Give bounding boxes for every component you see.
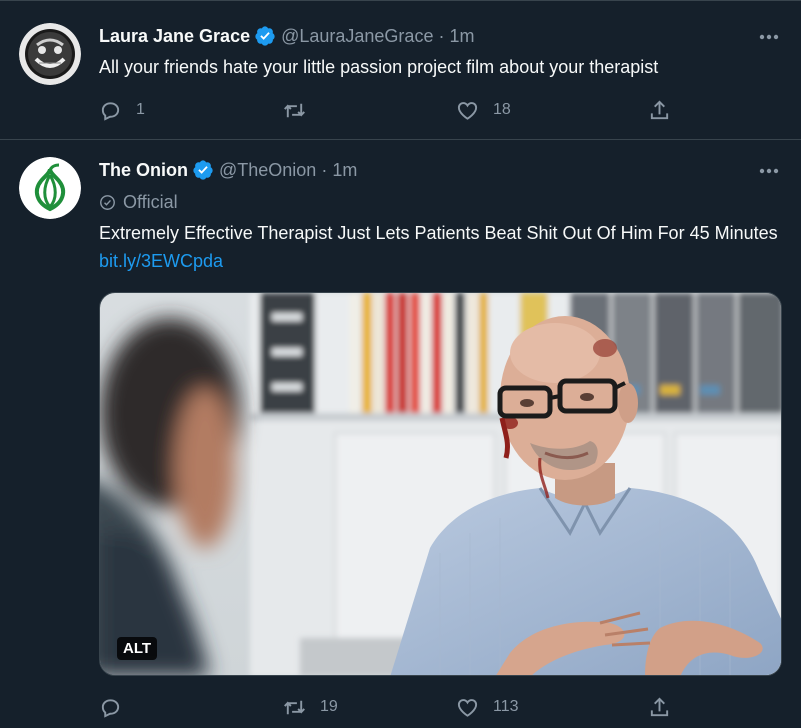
heart-icon xyxy=(457,101,478,120)
avatar[interactable] xyxy=(19,157,81,219)
retweet-button[interactable] xyxy=(283,95,320,125)
avatar[interactable] xyxy=(19,23,81,85)
timeline: Laura Jane Grace @LauraJaneGrace · 1m Al… xyxy=(0,0,801,728)
tweet-text: Extremely Effective Therapist Just Lets … xyxy=(99,219,779,275)
share-button[interactable] xyxy=(648,95,671,125)
therapist-photo-image xyxy=(100,293,781,675)
like-button[interactable]: 18 xyxy=(456,95,511,125)
reply-icon xyxy=(101,698,120,718)
author-name[interactable]: Laura Jane Grace xyxy=(99,26,250,47)
like-button[interactable]: 113 xyxy=(456,692,519,722)
tweet-the-onion[interactable]: The Onion @TheOnion · 1m Official Extrem… xyxy=(0,139,801,728)
more-dots-icon xyxy=(759,168,779,174)
share-button[interactable] xyxy=(648,692,671,722)
onion-logo-icon xyxy=(19,157,81,219)
verified-badge-icon xyxy=(255,26,275,46)
reply-button[interactable]: 1 xyxy=(99,95,145,125)
tweet-photo[interactable]: ALT xyxy=(99,292,782,676)
alt-text-badge[interactable]: ALT xyxy=(117,637,158,660)
tweet-text: All your friends hate your little passio… xyxy=(99,57,659,77)
reply-count: 1 xyxy=(136,101,145,118)
author-name[interactable]: The Onion xyxy=(99,160,188,181)
official-check-icon xyxy=(100,194,115,210)
tweet-header: The Onion @TheOnion · 1m xyxy=(99,158,357,182)
tweet-laura-jane-grace[interactable]: Laura Jane Grace @LauraJaneGrace · 1m Al… xyxy=(0,0,801,140)
verified-badge-icon xyxy=(193,160,213,180)
tweet-header: Laura Jane Grace @LauraJaneGrace · 1m xyxy=(99,24,474,48)
smiley-avatar-icon xyxy=(19,23,81,85)
like-count: 113 xyxy=(493,698,519,715)
tweet-link[interactable]: bit.ly/3EWCpda xyxy=(99,251,223,271)
more-dots-icon xyxy=(759,34,779,40)
more-options-button[interactable] xyxy=(757,159,781,183)
tweet-text-body: Extremely Effective Therapist Just Lets … xyxy=(99,223,778,243)
author-handle[interactable]: @LauraJaneGrace xyxy=(281,26,433,47)
author-handle[interactable]: @TheOnion xyxy=(219,160,316,181)
more-options-button[interactable] xyxy=(757,25,781,49)
reply-button[interactable] xyxy=(99,692,136,722)
separator-dot: · xyxy=(321,159,328,180)
share-icon xyxy=(650,697,669,716)
heart-icon xyxy=(457,698,478,717)
timestamp[interactable]: 1m xyxy=(332,160,357,181)
retweet-button[interactable]: 19 xyxy=(283,692,338,722)
retweet-icon xyxy=(284,103,305,117)
official-text: Official xyxy=(123,191,178,212)
reply-icon xyxy=(101,101,120,121)
tweet-actions: 19 113 xyxy=(99,692,679,722)
retweet-count: 19 xyxy=(320,698,338,715)
official-label: Official xyxy=(99,190,178,214)
timestamp[interactable]: 1m xyxy=(449,26,474,47)
like-count: 18 xyxy=(493,101,511,118)
tweet-actions: 1 18 xyxy=(99,95,679,125)
retweet-icon xyxy=(284,700,305,714)
share-icon xyxy=(650,100,669,119)
separator-dot: · xyxy=(438,25,445,46)
